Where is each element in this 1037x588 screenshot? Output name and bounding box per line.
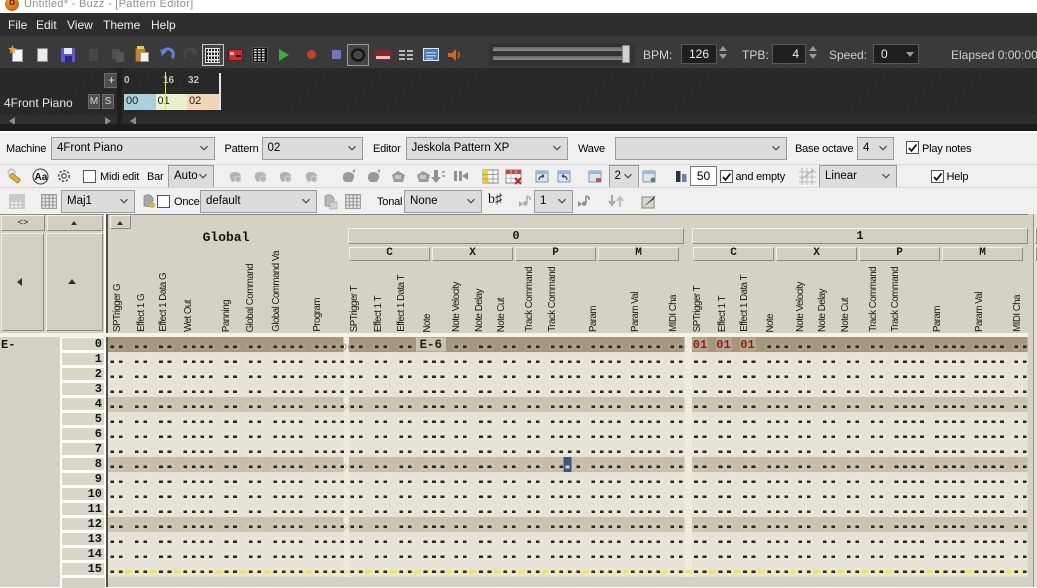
svg-text:Aa: Aa [35, 172, 48, 183]
